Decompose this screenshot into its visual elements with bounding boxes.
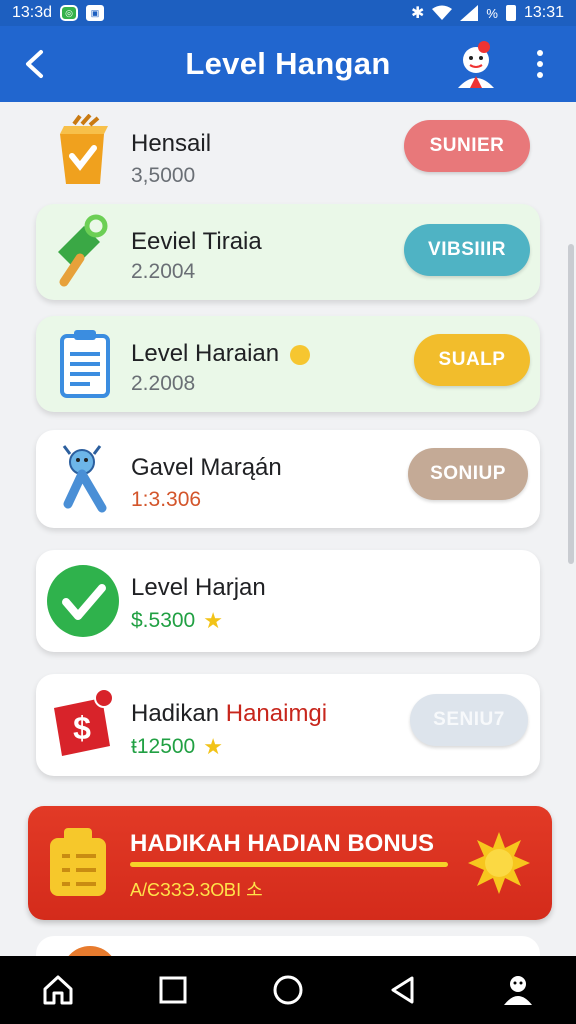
triangle-back-icon (391, 976, 414, 1004)
svg-text:$: $ (73, 710, 91, 746)
list-item[interactable]: $ Hadikan Hanaimgi ŧ12500 ★ SENIU7 (36, 674, 540, 776)
item-title-text: Level Haraian (131, 340, 280, 367)
more-options-button[interactable] (526, 44, 554, 84)
item-icon (62, 946, 118, 956)
recents-nav-button[interactable] (149, 966, 197, 1014)
status-time-right: 13:31 (523, 4, 564, 21)
home-nav-button[interactable] (34, 966, 82, 1014)
soniup-button[interactable]: SONIUP (408, 448, 528, 500)
sun-icon (468, 832, 530, 894)
list-item[interactable]: Level Harjan $.5300 ★ (36, 550, 540, 652)
profile-nav-button[interactable] (494, 966, 542, 1014)
wifi-icon (432, 5, 453, 20)
item-value-text: ŧ12500 (131, 735, 196, 758)
seniu7-button[interactable]: SENIU7 (410, 694, 528, 746)
item-value: 2.2008 (131, 372, 196, 395)
hammer-icon (58, 214, 108, 287)
bonus-title: HADIKAH HADIAN BONUS (130, 830, 434, 857)
status-time-left: 13:3d (12, 4, 53, 21)
home-icon (43, 975, 73, 1005)
sunier-button[interactable]: SUNIER (404, 120, 530, 172)
star-icon: ★ (203, 608, 223, 633)
app-bar: Level Hangan (0, 26, 576, 102)
item-title: Gavel Marąán (131, 454, 282, 481)
item-value: 1:3.306 (131, 488, 202, 511)
avatar-icon (458, 41, 494, 88)
user-icon (504, 976, 533, 1005)
item-title: Eeviel Tiraia (131, 228, 262, 255)
battery-text: % (486, 5, 498, 21)
system-nav-bar (0, 956, 576, 1024)
status-bar: 13:3d ◎ ▣ ✱ % 13:31 (0, 0, 576, 26)
circle-icon (273, 975, 303, 1005)
app-notification-icon: ◎ (60, 5, 79, 21)
check-circle-icon (47, 565, 119, 637)
battery-icon (505, 5, 516, 21)
vibsiiir-button[interactable]: VIBSIIIR (404, 224, 530, 276)
item-value: $.5300 ★ (131, 608, 223, 634)
gift-list-icon (50, 828, 106, 896)
list-item-partial[interactable] (36, 936, 540, 956)
home-circle-nav-button[interactable] (264, 966, 312, 1014)
dollar-icon: $ (54, 688, 114, 756)
list-item[interactable]: Gavel Marąán 1:3.306 SONIUP (36, 430, 540, 528)
profile-avatar-button[interactable] (450, 38, 502, 90)
status-left: 13:3d ◎ ▣ (12, 4, 105, 22)
bluetooth-icon: ✱ (410, 5, 425, 22)
back-nav-button[interactable] (379, 966, 427, 1014)
item-value: 2.2004 (131, 260, 196, 283)
item-title-main: Hadikan (131, 700, 226, 727)
item-value: ŧ12500 ★ (131, 734, 223, 760)
item-title: Level Haraian (131, 340, 310, 368)
image-notification-icon: ▣ (86, 5, 105, 21)
item-value: 3,5000 (131, 164, 196, 187)
box-check-icon (60, 114, 108, 184)
item-title: Hensail (131, 130, 212, 157)
list-item[interactable]: Eeviel Tiraia 2.2004 VIBSIIIR (36, 204, 540, 300)
item-title: Level Harjan (131, 574, 266, 601)
signal-icon (460, 5, 479, 21)
character-icon (62, 445, 107, 513)
item-value-text: $.5300 (131, 609, 196, 632)
status-right: ✱ % 13:31 (411, 3, 564, 23)
square-icon (159, 976, 187, 1004)
scrollbar[interactable] (568, 244, 574, 564)
clipboard-icon (60, 330, 110, 398)
star-icon: ★ (203, 734, 223, 759)
list-item[interactable]: Hensail 3,5000 SUNIER (36, 112, 540, 198)
bonus-banner[interactable]: HADIKAH HADIAN BONUS A/ЄЗЗЭ.ЗОᏴI 소 (28, 806, 552, 920)
bonus-subtitle: A/ЄЗЗЭ.ЗОᏴI 소 (130, 880, 263, 900)
list-item[interactable]: Level Haraian 2.2008 SUALP (36, 316, 540, 412)
sualp-button[interactable]: SUALP (414, 334, 530, 386)
item-title-accent: Hanaimgi (225, 700, 328, 727)
item-title: Hadikan Hanaimgi (131, 700, 327, 728)
bonus-progress-bar (130, 862, 448, 867)
emoji-icon (289, 344, 310, 365)
level-list: Hensail 3,5000 SUNIER Eeviel Tiraia 2.20… (0, 102, 576, 956)
